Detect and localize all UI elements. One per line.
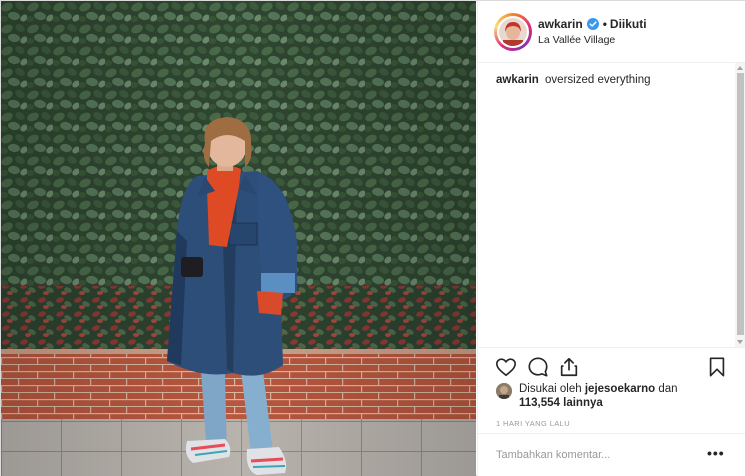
bookmark-outline-icon[interactable]: [706, 356, 728, 378]
heart-outline-icon[interactable]: [495, 356, 517, 378]
avatar[interactable]: [497, 16, 529, 48]
likes-count-link[interactable]: 113,554 lainnya: [519, 397, 603, 409]
username-link[interactable]: awkarin: [538, 17, 583, 31]
comment-input[interactable]: [496, 446, 696, 464]
caption: awkarin oversized everything: [496, 74, 651, 86]
likes-summary: Disukai oleh jejesoekarno dan 113,554 la…: [496, 382, 736, 412]
scroll-down-arrow-icon[interactable]: [737, 340, 743, 344]
post-author: awkarin • Diikuti: [538, 17, 647, 31]
follow-status-button[interactable]: Diikuti: [610, 17, 647, 31]
story-ring[interactable]: [494, 13, 532, 51]
post-card: awkarin • Diikuti La Vallée Village awka…: [0, 0, 745, 476]
caption-text: oversized everything: [545, 74, 651, 86]
post-timestamp[interactable]: 1 HARI YANG LALU: [496, 419, 570, 428]
liker-avatar[interactable]: [496, 383, 512, 399]
verified-badge-icon: [586, 18, 599, 30]
scrollbar-thumb[interactable]: [737, 73, 744, 335]
post-sidebar: awkarin • Diikuti La Vallée Village awka…: [477, 1, 745, 476]
liked-by-join: dan: [658, 383, 678, 395]
likes-text: Disukai oleh jejesoekarno dan 113,554 la…: [519, 382, 719, 410]
comment-bubble-icon[interactable]: [527, 356, 549, 378]
action-bar: [478, 347, 745, 381]
location-link[interactable]: La Vallée Village: [538, 34, 615, 46]
share-arrow-icon[interactable]: [558, 356, 580, 378]
add-comment-section: •••: [478, 433, 745, 476]
liked-by-user-link[interactable]: jejesoekarno: [585, 383, 655, 395]
post-photo[interactable]: [1, 1, 476, 476]
caption-username[interactable]: awkarin: [496, 74, 539, 86]
more-options-icon[interactable]: •••: [707, 446, 725, 460]
liked-by-prefix: Disukai oleh: [519, 383, 582, 395]
comments-area: awkarin oversized everything: [478, 63, 735, 347]
scroll-up-arrow-icon[interactable]: [737, 66, 743, 70]
post-image: [1, 1, 476, 476]
post-header: awkarin • Diikuti La Vallée Village: [478, 1, 745, 63]
separator-dot: •: [602, 17, 607, 31]
comments-scrollbar[interactable]: [735, 63, 745, 347]
